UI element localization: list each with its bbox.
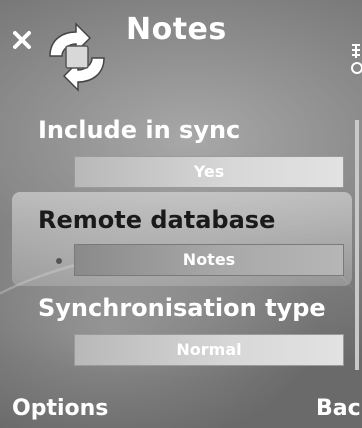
setting-value-field[interactable]: Notes — [74, 244, 344, 276]
setting-label: Remote database — [38, 206, 276, 234]
options-softkey[interactable]: Options — [12, 396, 108, 421]
softkey-bar: Options Back — [0, 392, 362, 428]
setting-value: Notes — [182, 250, 236, 269]
selection-dot-icon — [56, 258, 62, 264]
setting-value: Normal — [176, 340, 242, 359]
close-icon[interactable] — [12, 30, 32, 50]
phone-screen: Notes Include in sync Yes Remote databas… — [0, 0, 362, 428]
page-title: Notes — [126, 12, 227, 47]
signal-indicator-icon — [351, 44, 362, 74]
back-softkey[interactable]: Back — [316, 396, 362, 421]
sync-arrows-icon — [49, 22, 105, 92]
setting-value: Yes — [193, 162, 225, 181]
setting-label: Synchronisation type — [38, 294, 326, 322]
setting-label: Include in sync — [38, 116, 241, 144]
setting-value-field[interactable]: Yes — [74, 156, 344, 188]
scrollbar[interactable] — [355, 120, 359, 370]
title-bar: Notes — [0, 0, 362, 100]
settings-list: Include in sync Yes Remote database Note… — [0, 108, 362, 388]
setting-value-field[interactable]: Normal — [74, 334, 344, 366]
